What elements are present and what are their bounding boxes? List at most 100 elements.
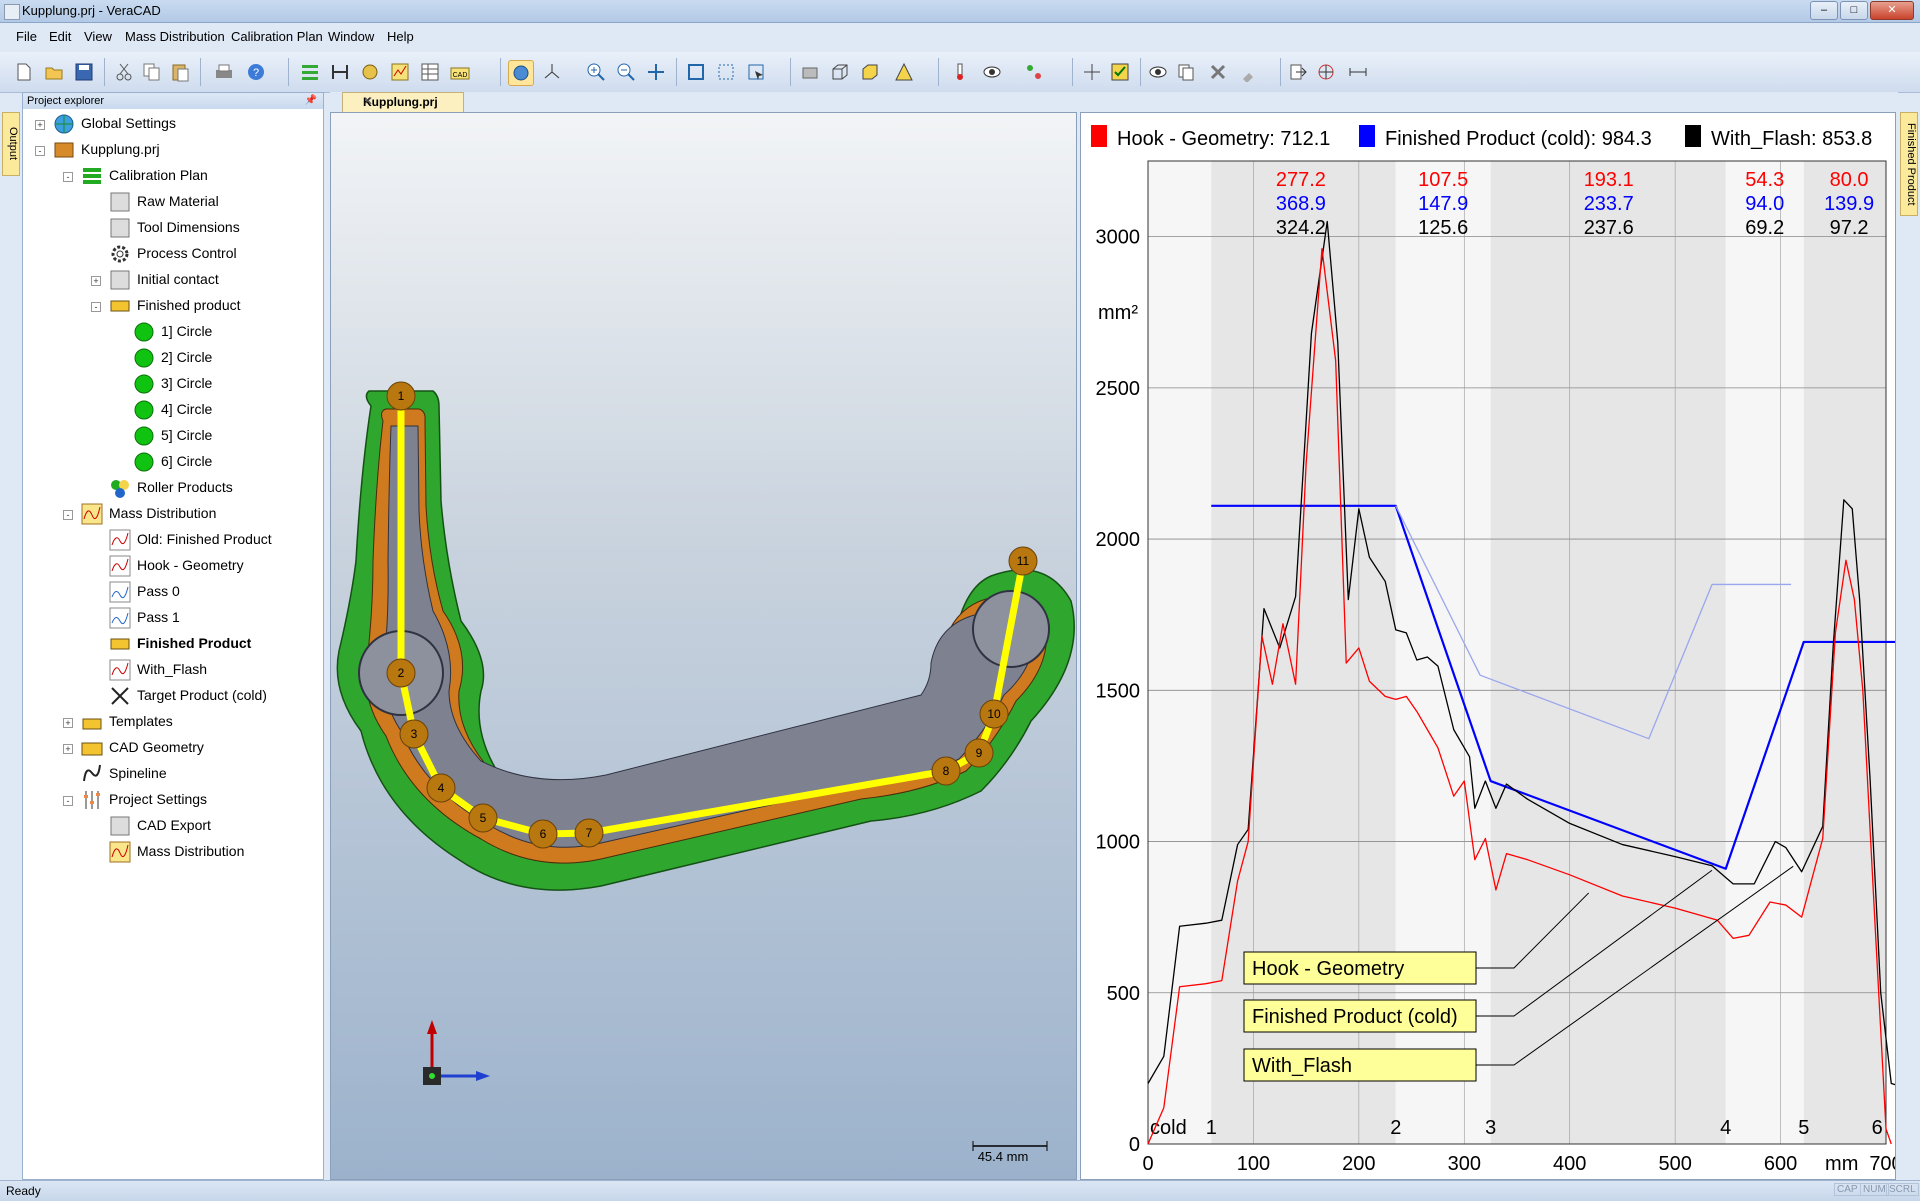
check-list-icon[interactable] xyxy=(1108,60,1132,84)
tree-item-label: Pass 1 xyxy=(137,609,180,625)
band-value-red: 54.3 xyxy=(1745,169,1784,191)
y-axis-label: mm² xyxy=(1098,302,1138,324)
section-band xyxy=(1490,161,1726,1144)
expand-icon[interactable]: + xyxy=(63,744,73,754)
print-icon[interactable] xyxy=(212,60,236,84)
eye-options-icon[interactable] xyxy=(980,60,1004,84)
band-value-red: 193.1 xyxy=(1584,169,1634,191)
mass-distribution-chart[interactable]: 0 500 1000 1500 2000 2500 3000 0 100 200 300 400 500… xyxy=(1081,113,1895,1179)
menu-window[interactable]: Window xyxy=(328,29,374,44)
section-band xyxy=(1211,161,1396,1144)
expand-icon[interactable]: + xyxy=(35,120,45,130)
document-tabstrip: Kupplung.prj ✕ xyxy=(330,92,1898,112)
x-axis-label: mm xyxy=(1825,1153,1858,1175)
eye-icon[interactable] xyxy=(1146,60,1170,84)
menu-view[interactable]: View xyxy=(84,29,112,44)
save-icon[interactable] xyxy=(72,60,96,84)
measure-icon[interactable] xyxy=(1022,60,1046,84)
document-tab[interactable]: Kupplung.prj ✕ xyxy=(342,92,464,112)
templates-icon xyxy=(82,718,102,730)
table-icon[interactable] xyxy=(418,60,442,84)
cut-icon[interactable] xyxy=(112,60,136,84)
zoom-fit-icon[interactable] xyxy=(684,60,708,84)
collapse-icon[interactable]: - xyxy=(63,510,73,520)
roller-icon[interactable] xyxy=(358,60,382,84)
help-icon[interactable]: ? xyxy=(244,60,268,84)
status-text: Ready xyxy=(6,1184,41,1198)
calibration-plan-icon[interactable] xyxy=(298,60,322,84)
compass-icon[interactable] xyxy=(1314,60,1338,84)
tree-item-label: Roller Products xyxy=(137,479,233,495)
station-label: 6 xyxy=(540,827,547,841)
collapse-icon[interactable]: - xyxy=(63,172,73,182)
rotate-view-icon[interactable] xyxy=(508,60,534,86)
box-shaded-icon[interactable] xyxy=(858,60,882,84)
copy-view-icon[interactable] xyxy=(1174,60,1198,84)
legend-label: Hook - Geometry: 712.1 xyxy=(1117,128,1330,150)
zoom-in-icon[interactable] xyxy=(584,60,608,84)
tree-item-label: Finished product xyxy=(137,297,241,313)
dimension-icon[interactable] xyxy=(1346,60,1370,84)
paste-icon[interactable] xyxy=(168,60,192,84)
brush-icon[interactable] xyxy=(1238,60,1262,84)
new-file-icon[interactable] xyxy=(12,60,36,84)
3d-viewport[interactable]: 1 2 3 4 5 6 7 8 9 10 11 45.4 mm xyxy=(330,112,1077,1180)
cad-export-icon xyxy=(110,816,130,836)
open-folder-icon[interactable] xyxy=(42,60,66,84)
expand-icon[interactable]: + xyxy=(63,718,73,728)
minimize-button[interactable]: – xyxy=(1810,1,1838,20)
cross-section-icon[interactable] xyxy=(1080,60,1104,84)
tree-item-label: 2] Circle xyxy=(161,349,213,365)
cad-icon[interactable]: CAD xyxy=(448,60,472,84)
menu-mass-distribution[interactable]: Mass Distribution xyxy=(125,29,225,44)
pin-icon[interactable]: 📌 xyxy=(305,93,317,109)
wireframe-icon[interactable] xyxy=(798,60,822,84)
section-label: 6 xyxy=(1872,1117,1883,1139)
circle-icon xyxy=(134,400,154,420)
station-label: 9 xyxy=(976,746,983,760)
maximize-button[interactable]: □ xyxy=(1840,1,1868,20)
app-icon[interactable] xyxy=(4,4,20,20)
menu-file[interactable]: File xyxy=(16,29,37,44)
tree-item-label: Project Settings xyxy=(109,791,208,807)
y-tick-label: 2500 xyxy=(1096,378,1141,400)
thermometer-icon[interactable] xyxy=(948,60,972,84)
collapse-icon[interactable]: - xyxy=(91,302,101,312)
select-icon[interactable] xyxy=(744,60,768,84)
delete-icon[interactable] xyxy=(1206,60,1230,84)
menu-help[interactable]: Help xyxy=(387,29,414,44)
section-band xyxy=(1395,161,1491,1144)
pan-icon[interactable] xyxy=(644,60,668,84)
triangle-mesh-icon[interactable] xyxy=(892,60,916,84)
tool-dimensions-icon[interactable] xyxy=(328,60,352,84)
band-value-blue: 368.9 xyxy=(1276,193,1326,215)
collapse-icon[interactable]: - xyxy=(35,146,45,156)
box-outline-icon[interactable] xyxy=(828,60,852,84)
tree-item-label: Initial contact xyxy=(137,271,219,287)
tree-item-label: 6] Circle xyxy=(161,453,213,469)
chart-icon[interactable] xyxy=(388,60,412,84)
zoom-window-icon[interactable] xyxy=(714,60,738,84)
mass-distribution-chart-panel: 0 500 1000 1500 2000 2500 3000 0 100 200 300 400 500… xyxy=(1080,112,1896,1180)
zoom-out-icon[interactable] xyxy=(614,60,638,84)
callout-label: With_Flash xyxy=(1252,1055,1352,1077)
station-label: 3 xyxy=(411,727,418,741)
y-tick-label: 3000 xyxy=(1096,227,1141,249)
close-tab-icon[interactable]: ✕ xyxy=(363,94,457,108)
close-button[interactable]: ✕ xyxy=(1870,1,1914,20)
tree-item-label: Mass Distribution xyxy=(137,843,245,859)
tree-item-label: With_Flash xyxy=(137,661,208,677)
finished-product-side-tab[interactable]: Finished Product xyxy=(1900,112,1918,216)
output-side-tab[interactable]: Output xyxy=(2,112,20,176)
collapse-icon[interactable]: - xyxy=(63,796,73,806)
expand-icon[interactable]: + xyxy=(91,276,101,286)
axis-icon[interactable] xyxy=(540,60,564,84)
menu-calibration-plan[interactable]: Calibration Plan xyxy=(231,29,323,44)
project-explorer: Project explorer 📌 Global Settings + Kuppl… xyxy=(22,92,324,1180)
export-icon[interactable] xyxy=(1286,60,1310,84)
copy-icon[interactable] xyxy=(140,60,164,84)
station-label: 4 xyxy=(438,781,445,795)
menu-edit[interactable]: Edit xyxy=(49,29,71,44)
project-explorer-header: Project explorer 📌 xyxy=(23,93,323,109)
circle-icon xyxy=(134,348,154,368)
